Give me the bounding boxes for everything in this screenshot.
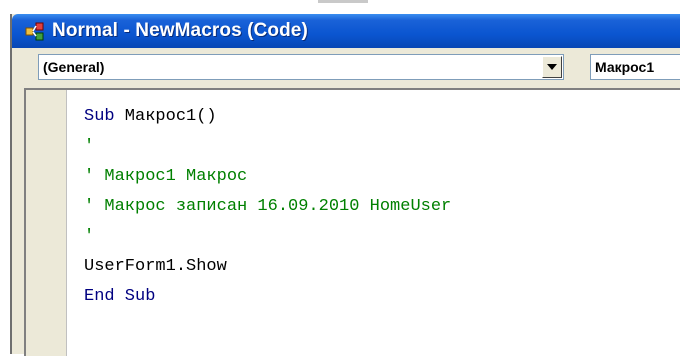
code-line: End Sub [84, 287, 156, 306]
object-dropdown-value: (General) [43, 59, 105, 75]
procedure-dropdown[interactable]: Макрос1 [590, 54, 680, 80]
object-dropdown[interactable]: (General) [38, 54, 564, 80]
vba-code-window: Normal - NewMacros (Code) (General) Макр… [10, 14, 680, 356]
comment-line: ' [84, 137, 95, 156]
code-line: Sub Макрос1() [84, 102, 451, 132]
procedure-dropdown-value: Макрос1 [595, 59, 655, 75]
code-text[interactable]: Sub Макрос1() ' ' Макрос1 Макрос ' Макро… [84, 102, 451, 312]
object-dropdown-button[interactable] [542, 56, 562, 78]
comment-line: ' Макрос1 Макрос [84, 167, 248, 186]
comment-line: ' [84, 227, 95, 246]
margin-indicator-bar[interactable] [26, 90, 67, 356]
chevron-down-icon [547, 64, 557, 70]
code-editor[interactable]: Sub Макрос1() ' ' Макрос1 Макрос ' Макро… [24, 88, 680, 356]
vba-project-icon [25, 22, 44, 41]
code-line: UserForm1.Show [84, 257, 227, 276]
title-bar[interactable]: Normal - NewMacros (Code) [12, 14, 680, 48]
window-title: Normal - NewMacros (Code) [52, 20, 308, 41]
comment-line: ' Макрос записан 16.09.2010 HomeUser [84, 197, 452, 216]
keyword: Sub [84, 107, 115, 126]
procedure-name: Макрос1() [114, 107, 217, 126]
background-strip [0, 0, 680, 14]
background-fragment [318, 0, 368, 3]
code-toolbar: (General) Макрос1 [12, 48, 680, 88]
